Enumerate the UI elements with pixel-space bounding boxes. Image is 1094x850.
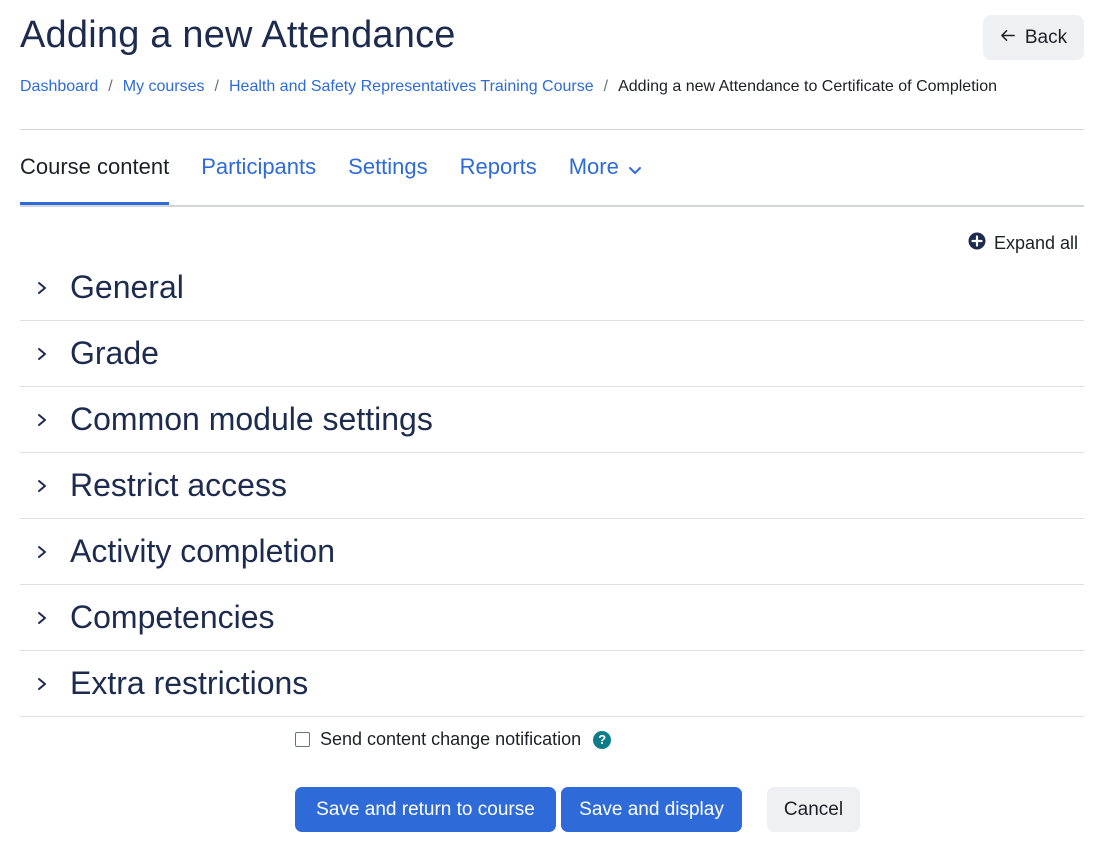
- section-competencies[interactable]: Competencies: [20, 585, 1084, 651]
- section-label: Restrict access: [70, 467, 287, 503]
- tab-course-content[interactable]: Course content: [20, 150, 170, 206]
- content-notification-row: Send content change notification ?: [295, 729, 612, 750]
- expand-all-link[interactable]: Expand all: [968, 232, 1078, 255]
- divider: [20, 129, 1084, 130]
- back-button-label: Back: [1024, 26, 1068, 48]
- tab-settings[interactable]: Settings: [348, 150, 428, 206]
- form-sections: General Grade Common module settings Res…: [20, 255, 1084, 717]
- cancel-button[interactable]: Cancel: [767, 787, 860, 832]
- section-common-module-settings[interactable]: Common module settings: [20, 387, 1084, 453]
- tab-more[interactable]: More: [569, 150, 643, 206]
- breadcrumb-current: Adding a new Attendance to Certificate o…: [618, 78, 997, 95]
- section-label: Common module settings: [70, 401, 433, 437]
- arrow-left-icon: [1000, 27, 1015, 49]
- save-and-display-button[interactable]: Save and display: [561, 787, 742, 832]
- section-extra-restrictions[interactable]: Extra restrictions: [20, 651, 1084, 717]
- course-tabs: Course content Participants Settings Rep…: [20, 150, 675, 206]
- send-notification-checkbox[interactable]: [295, 732, 310, 747]
- breadcrumb-separator: /: [214, 78, 219, 95]
- chevron-down-icon: [627, 150, 643, 188]
- tab-reports[interactable]: Reports: [460, 150, 537, 206]
- tab-label: Participants: [201, 154, 317, 179]
- chevron-right-icon: [38, 611, 46, 624]
- tab-label: More: [568, 154, 619, 179]
- breadcrumb-dashboard[interactable]: Dashboard: [20, 78, 98, 96]
- breadcrumb-my-courses[interactable]: My courses: [123, 78, 205, 96]
- help-icon[interactable]: ?: [593, 730, 612, 749]
- section-label: Grade: [70, 335, 159, 371]
- chevron-right-icon: [38, 677, 46, 690]
- section-restrict-access[interactable]: Restrict access: [20, 453, 1084, 519]
- section-label: Extra restrictions: [70, 665, 309, 701]
- section-label: Activity completion: [70, 533, 335, 569]
- breadcrumb-separator: /: [603, 78, 609, 95]
- chevron-right-icon: [38, 479, 46, 492]
- send-notification-label: Send content change notification: [320, 729, 582, 749]
- chevron-right-icon: [38, 413, 46, 426]
- tab-label: Settings: [348, 154, 428, 179]
- expand-all-label: Expand all: [993, 233, 1078, 253]
- section-general[interactable]: General: [20, 255, 1084, 321]
- chevron-right-icon: [38, 545, 46, 558]
- back-button[interactable]: Back: [983, 15, 1084, 60]
- breadcrumb-separator: /: [108, 78, 113, 95]
- breadcrumb: Dashboard / My courses / Health and Safe…: [20, 78, 997, 96]
- breadcrumb-course[interactable]: Health and Safety Representatives Traini…: [229, 78, 594, 96]
- tab-label: Reports: [459, 154, 537, 179]
- tab-participants[interactable]: Participants: [201, 150, 316, 206]
- plus-circle-icon: [968, 232, 986, 255]
- chevron-right-icon: [38, 347, 46, 360]
- tab-label: Course content: [20, 154, 170, 179]
- page-title: Adding a new Attendance: [20, 14, 456, 56]
- section-label: General: [70, 269, 184, 305]
- chevron-right-icon: [38, 281, 46, 294]
- section-grade[interactable]: Grade: [20, 321, 1084, 387]
- section-activity-completion[interactable]: Activity completion: [20, 519, 1084, 585]
- save-and-return-button[interactable]: Save and return to course: [295, 787, 556, 832]
- tabs-divider: [20, 205, 1084, 207]
- section-label: Competencies: [70, 599, 275, 635]
